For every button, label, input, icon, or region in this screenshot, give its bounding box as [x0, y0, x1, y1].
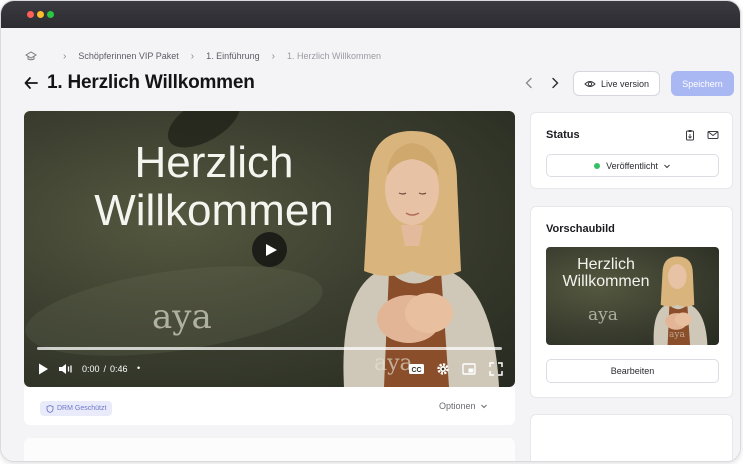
close-window-button[interactable] [27, 11, 34, 18]
thumbnail-aya-watermark: aya [669, 330, 685, 340]
sidebar-panel [530, 414, 733, 461]
breadcrumb-item-package[interactable]: Schöpferinnen VIP Paket [78, 51, 178, 61]
live-dot: • [137, 363, 141, 373]
volume-icon[interactable] [58, 362, 75, 376]
breadcrumb: › Schöpferinnen VIP Paket › 1. Einführun… [25, 48, 381, 64]
drm-badge: DRM Geschützt [40, 401, 113, 416]
preview-panel: Vorschaubild Herzlich Willkommen aya aya… [530, 206, 733, 398]
maximize-window-button[interactable] [47, 11, 54, 18]
breadcrumb-item-module[interactable]: 1. Einführung [206, 51, 260, 61]
fullscreen-icon[interactable] [489, 362, 503, 376]
status-title: Status [546, 129, 580, 141]
preview-thumbnail: Herzlich Willkommen aya aya [546, 247, 719, 345]
thumbnail-aya-logo: aya [588, 305, 618, 325]
aya-logo: aya [152, 297, 212, 337]
page-title: 1. Herzlich Willkommen [47, 72, 255, 93]
chevron-down-icon [480, 404, 487, 409]
breadcrumb-separator: › [190, 50, 195, 62]
status-panel: Status Veröffentlicht [530, 112, 733, 189]
preview-title: Vorschaubild [546, 223, 615, 235]
play-button[interactable] [252, 232, 287, 267]
options-dropdown[interactable]: Optionen [439, 401, 488, 411]
pip-icon[interactable] [462, 362, 476, 376]
video-time: 0:00/0:46 [82, 364, 128, 374]
chevron-right-icon[interactable] [548, 76, 562, 90]
breadcrumb-item-current: 1. Herzlich Willkommen [286, 51, 382, 61]
chevron-left-icon[interactable] [522, 76, 536, 90]
video-footer: DRM Geschützt Optionen [24, 387, 515, 425]
minimize-window-button[interactable] [37, 11, 44, 18]
edit-thumbnail-button[interactable]: Bearbeiten [546, 359, 719, 383]
window-titlebar [1, 1, 740, 28]
status-value: Veröffentlicht [606, 160, 658, 171]
page-content: › Schöpferinnen VIP Paket › 1. Einführun… [1, 28, 740, 461]
status-select[interactable]: Veröffentlicht [546, 154, 719, 177]
copy-icon[interactable] [684, 129, 696, 141]
mail-icon[interactable] [707, 129, 719, 141]
shield-icon [46, 404, 54, 413]
back-arrow-icon[interactable] [23, 75, 39, 91]
video-progress-bar[interactable] [37, 347, 502, 350]
save-button[interactable]: Speichern [671, 71, 734, 96]
live-version-label: Live version [600, 78, 650, 89]
gear-icon[interactable] [436, 362, 450, 376]
svg-text:CC: CC [411, 367, 421, 374]
duration: 0:46 [110, 364, 128, 374]
status-indicator-dot [594, 162, 601, 169]
play-icon [265, 243, 277, 256]
app-window: › Schöpferinnen VIP Paket › 1. Einführun… [0, 0, 741, 462]
eye-icon [584, 80, 596, 87]
chevron-down-icon [664, 164, 670, 168]
options-label: Optionen [439, 401, 476, 411]
home-icon[interactable] [25, 50, 37, 62]
current-time: 0:00 [82, 364, 100, 374]
drm-label: DRM Geschützt [57, 405, 107, 412]
breadcrumb-separator: › [63, 50, 67, 62]
play-icon[interactable] [36, 362, 50, 376]
live-version-button[interactable]: Live version [573, 71, 660, 96]
content-card [24, 438, 515, 461]
video-controls: 0:00/0:46 • CC [24, 355, 515, 383]
video-player[interactable]: Herzlich Willkommen aya aya 0:00 / 0:46 … [24, 111, 515, 387]
breadcrumb-separator: › [271, 50, 275, 62]
cc-icon[interactable]: CC [408, 362, 425, 376]
time-separator: / [103, 364, 107, 374]
